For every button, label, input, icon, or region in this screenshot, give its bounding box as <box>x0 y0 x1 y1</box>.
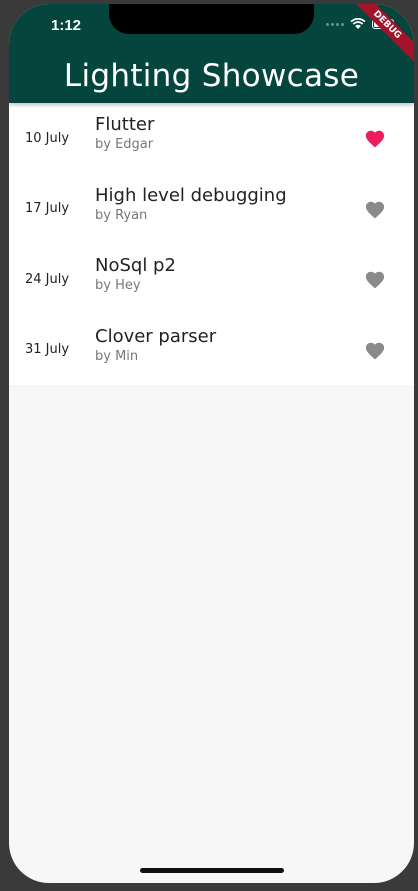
talk-title: NoSql p2 <box>95 255 176 276</box>
phone-frame: 1:12 Lighting Showcase DEBUG 10 July Flu <box>0 0 418 891</box>
talk-title: High level debugging <box>95 184 287 206</box>
signal-icon <box>326 22 344 26</box>
heart-icon[interactable] <box>364 340 386 360</box>
screen: 1:12 Lighting Showcase DEBUG 10 July Flu <box>9 4 414 883</box>
talk-date: 17 July <box>25 201 70 217</box>
talk-speaker: by Ryan <box>95 207 148 223</box>
talk-text: High level debugging by Ryan <box>95 184 287 224</box>
talk-speaker: by Hey <box>95 278 141 293</box>
list-item[interactable]: 17 July High level debugging by Ryan <box>9 174 414 245</box>
talk-date: 31 July <box>25 342 70 358</box>
notch <box>109 4 314 34</box>
page-title: Lighting Showcase <box>63 58 360 94</box>
talk-text: Flutter by Edgar <box>95 113 154 153</box>
wifi-icon <box>350 18 366 29</box>
talk-text: NoSql p2 by Hey <box>95 254 176 294</box>
list-item[interactable]: 10 July Flutter by Edgar <box>9 103 414 174</box>
heart-icon[interactable] <box>364 199 386 219</box>
heart-icon[interactable] <box>364 128 386 148</box>
list-item[interactable]: 24 July NoSql p2 by Hey <box>9 244 414 315</box>
talk-text: Clover parser by Min <box>95 325 216 365</box>
talk-list: 10 July Flutter by Edgar 17 July High le… <box>9 103 414 385</box>
list-item[interactable]: 31 July Clover parser by Min <box>9 315 414 386</box>
app-bar: 1:12 Lighting Showcase DEBUG <box>9 4 414 103</box>
talk-title: Clover parser <box>95 325 217 347</box>
heart-icon[interactable] <box>364 269 386 289</box>
talk-speaker: by Min <box>95 348 139 364</box>
status-time: 1:12 <box>51 17 82 34</box>
talk-title: Flutter <box>95 114 155 135</box>
talk-date: 10 July <box>25 130 70 146</box>
home-indicator[interactable] <box>140 868 284 873</box>
talk-date: 24 July <box>25 271 70 287</box>
talk-speaker: by Edgar <box>95 137 154 152</box>
